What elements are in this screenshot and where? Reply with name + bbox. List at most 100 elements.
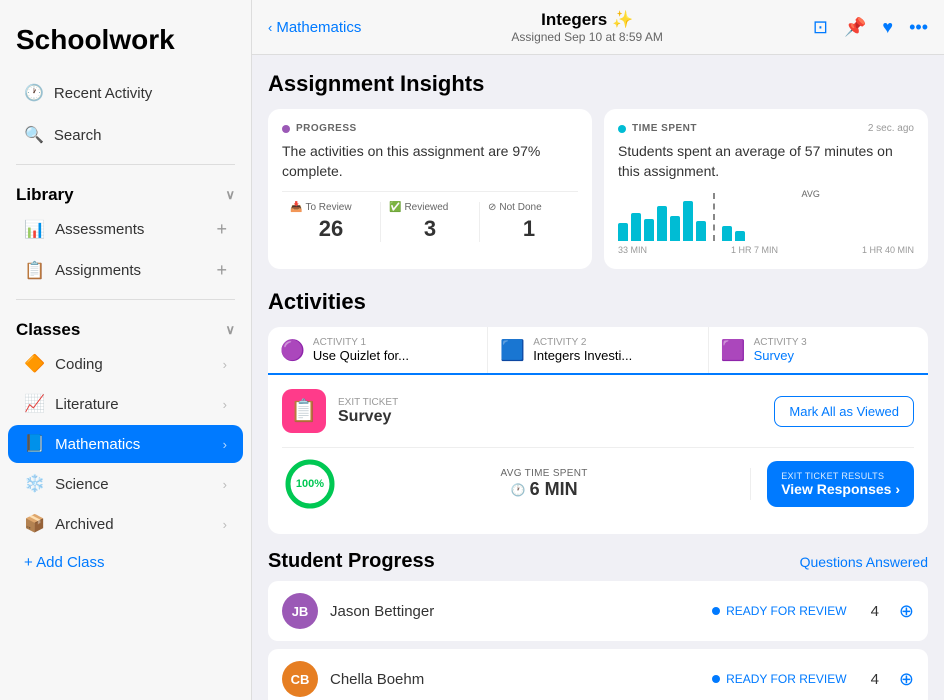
quizlet-icon: 🟣 — [280, 338, 305, 363]
mathematics-label: Mathematics — [55, 436, 140, 453]
sidebar-item-recent-activity[interactable]: 🕐 Recent Activity — [8, 73, 243, 113]
bar-7 — [696, 221, 706, 241]
table-row: CB Chella Boehm READY FOR REVIEW 4 ⊕ — [268, 649, 928, 700]
time-text: Students spent an average of 57 minutes … — [618, 142, 914, 181]
status-text-1: READY FOR REVIEW — [726, 604, 846, 618]
student-status-2: READY FOR REVIEW — [712, 672, 846, 686]
progress-row: 100% AVG TIME SPENT 🕐 6 MIN EXIT TICKET … — [282, 447, 914, 520]
science-label: Science — [55, 476, 108, 493]
sidebar-item-mathematics[interactable]: 📘 Mathematics › — [8, 425, 243, 463]
progress-text: The activities on this assignment are 97… — [282, 142, 578, 181]
coding-icon: 🔶 — [24, 354, 45, 374]
sidebar-item-coding[interactable]: 🔶 Coding › — [8, 345, 243, 383]
add-class-button[interactable]: + Add Class — [8, 545, 243, 580]
heart-icon[interactable]: ♥ — [882, 17, 893, 38]
tab3-num: ACTIVITY 3 — [754, 337, 807, 348]
progress-category: PROGRESS — [296, 123, 357, 134]
tab1-name: Use Quizlet for... — [313, 348, 409, 363]
sidebar-item-assessments[interactable]: 📊 Assessments + — [8, 210, 243, 249]
search-icon: 🔍 — [24, 125, 44, 145]
student-status-1: READY FOR REVIEW — [712, 604, 846, 618]
assignments-label: Assignments — [55, 262, 141, 279]
view-responses-label: View Responses › — [781, 481, 900, 497]
add-assessment-icon[interactable]: + — [216, 219, 227, 240]
progress-pct: 100% — [296, 478, 324, 490]
not-done-stat: ⊘ Not Done 1 — [480, 202, 578, 242]
mark-all-viewed-button[interactable]: Mark All as Viewed — [774, 396, 914, 427]
inbox-icon: 📥 — [290, 202, 302, 213]
main-content: ‹ Mathematics Integers ✨ Assigned Sep 10… — [252, 0, 944, 700]
coding-chevron-icon: › — [223, 357, 227, 372]
view-responses-button[interactable]: EXIT TICKET RESULTS View Responses › — [767, 461, 914, 507]
sidebar-item-science[interactable]: ❄️ Science › — [8, 465, 243, 503]
back-chevron-icon: ‹ — [268, 20, 272, 35]
time-spent-card: TIME SPENT 2 sec. ago Students spent an … — [604, 109, 928, 269]
avg-time-value: 6 MIN — [530, 479, 578, 500]
divider2 — [16, 299, 235, 300]
not-done-value: 1 — [488, 216, 570, 242]
top-bar: ‹ Mathematics Integers ✨ Assigned Sep 10… — [252, 0, 944, 55]
activity-tab-1[interactable]: 🟣 ACTIVITY 1 Use Quizlet for... — [268, 327, 488, 373]
literature-icon: 📈 — [24, 394, 45, 414]
activities-tabs: 🟣 ACTIVITY 1 Use Quizlet for... 🟦 ACTIVI… — [268, 327, 928, 375]
bar-1 — [618, 223, 628, 241]
activities-section: Activities 🟣 ACTIVITY 1 Use Quizlet for.… — [268, 289, 928, 534]
more-icon[interactable]: ••• — [909, 17, 928, 38]
back-button[interactable]: ‹ Mathematics — [268, 19, 361, 36]
status-dot-2 — [712, 675, 720, 683]
not-done-label: ⊘ Not Done — [488, 202, 570, 213]
library-chevron-icon: ∨ — [225, 187, 235, 203]
sidebar-item-literature[interactable]: 📈 Literature › — [8, 385, 243, 423]
title-area: Integers ✨ Assigned Sep 10 at 8:59 AM — [369, 10, 805, 44]
reviewed-stat: ✅ Reviewed 3 — [381, 202, 480, 242]
status-dot-1 — [712, 607, 720, 615]
tab3-name: Survey — [754, 348, 807, 363]
pin-icon[interactable]: 📌 — [844, 17, 866, 38]
recent-activity-label: Recent Activity — [54, 85, 152, 102]
student-more-icon-1[interactable]: ⊕ — [899, 601, 914, 622]
literature-label: Literature — [55, 396, 118, 413]
back-label: Mathematics — [276, 19, 361, 36]
activity-tab-2[interactable]: 🟦 ACTIVITY 2 Integers Investi... — [488, 327, 708, 373]
sidebar-item-search[interactable]: 🔍 Search — [8, 115, 243, 155]
add-assignment-icon[interactable]: + — [216, 260, 227, 281]
exit-ticket-left: 📋 EXIT TICKET Survey — [282, 389, 398, 433]
to-review-label: 📥 To Review — [290, 202, 372, 213]
exit-ticket-name: Survey — [338, 408, 398, 426]
classes-section-header[interactable]: Classes ∨ — [0, 308, 251, 344]
progress-dot — [282, 125, 290, 133]
to-review-stat: 📥 To Review 26 — [282, 202, 381, 242]
share-icon[interactable]: ⊡ — [813, 17, 828, 38]
student-count-1: 4 — [871, 603, 879, 620]
tab2-name: Integers Investi... — [533, 348, 632, 363]
archived-chevron-icon: › — [223, 517, 227, 532]
avg-line — [713, 193, 715, 241]
activity-detail: 📋 EXIT TICKET Survey Mark All as Viewed — [268, 375, 928, 534]
reviewed-value: 3 — [389, 216, 471, 242]
student-more-icon-2[interactable]: ⊕ — [899, 669, 914, 690]
time-dot — [618, 125, 626, 133]
library-section-header[interactable]: Library ∨ — [0, 173, 251, 209]
activity-tab-3[interactable]: 🟪 ACTIVITY 3 Survey — [709, 327, 928, 375]
exit-ticket-category: EXIT TICKET — [338, 397, 398, 408]
progress-label-row: PROGRESS — [282, 123, 578, 134]
page-subtitle: Assigned Sep 10 at 8:59 AM — [369, 30, 805, 44]
insights-section-title: Assignment Insights — [268, 71, 928, 97]
sidebar-item-assignments[interactable]: 📋 Assignments + — [8, 251, 243, 290]
bar-4 — [657, 206, 667, 241]
mathematics-chevron-icon: › — [223, 437, 227, 452]
divider — [16, 164, 235, 165]
activities-title: Activities — [268, 289, 928, 315]
literature-chevron-icon: › — [223, 397, 227, 412]
sidebar-item-archived[interactable]: 📦 Archived › — [8, 505, 243, 543]
bar-8 — [722, 226, 732, 241]
chart-labels: 33 MIN 1 HR 7 MIN 1 HR 40 MIN — [618, 245, 914, 255]
questions-answered-link[interactable]: Questions Answered — [800, 554, 928, 570]
bar-6 — [683, 201, 693, 241]
label-1hr40: 1 HR 40 MIN — [862, 245, 914, 255]
insights-row: PROGRESS The activities on this assignme… — [268, 109, 928, 269]
table-row: JB Jason Bettinger READY FOR REVIEW 4 ⊕ — [268, 581, 928, 641]
science-chevron-icon: › — [223, 477, 227, 492]
app-title: Schoolwork — [0, 16, 251, 72]
avg-time-label: AVG TIME SPENT — [501, 468, 588, 479]
